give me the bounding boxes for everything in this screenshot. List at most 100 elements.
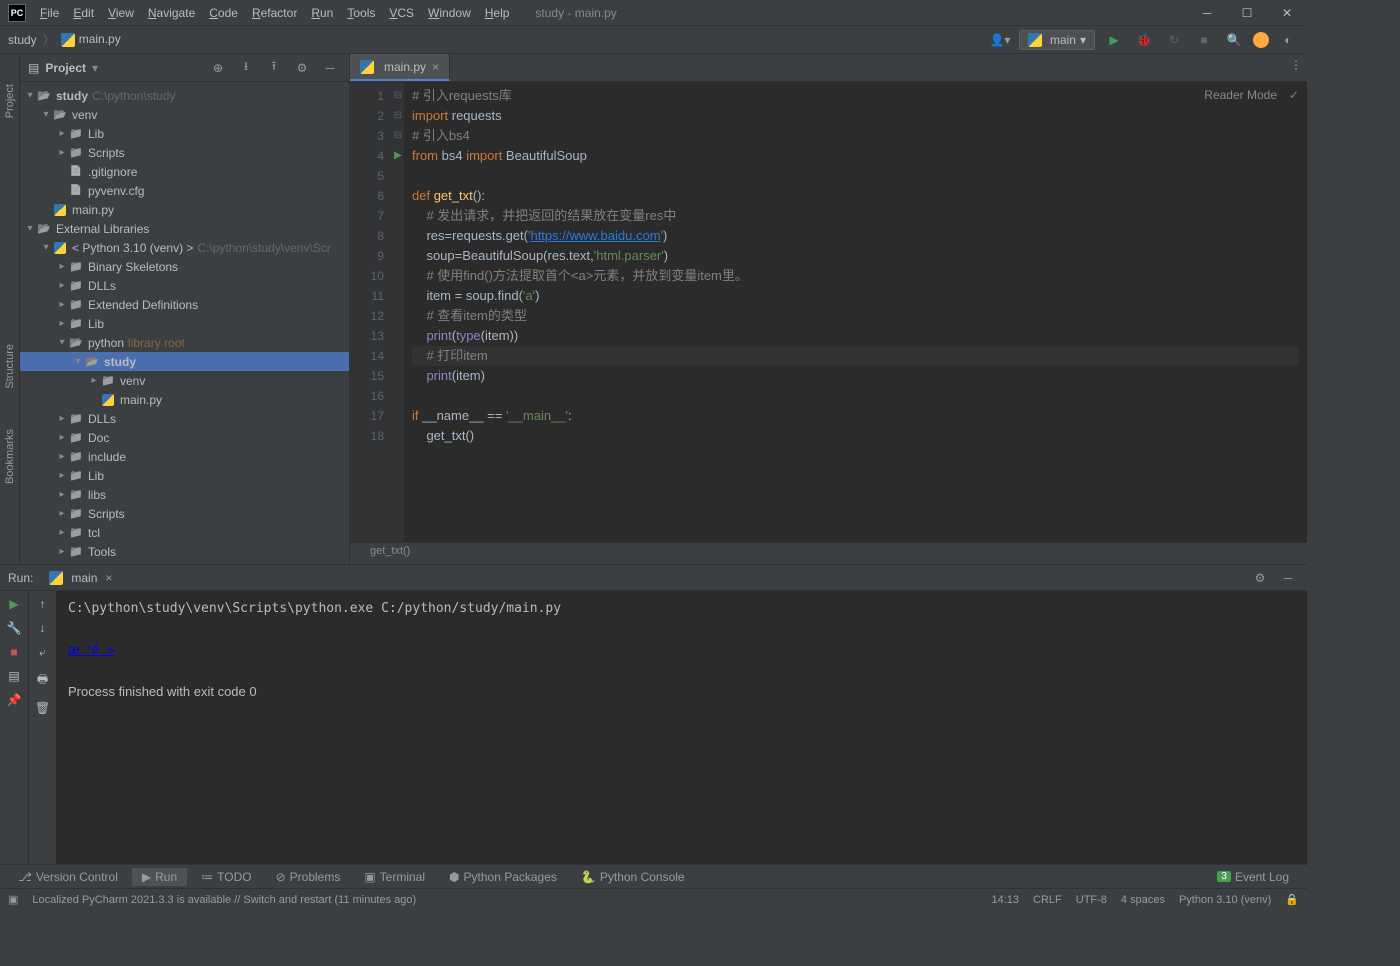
ide-update-icon[interactable]: ◐ — [1277, 29, 1299, 51]
tree-item[interactable]: pyvenv.cfg — [20, 181, 349, 200]
run-tab-main[interactable]: main × — [41, 569, 120, 587]
tree-item[interactable]: ▸DLLs — [20, 409, 349, 428]
collapse-all-icon[interactable]: ⭱ — [263, 57, 285, 79]
status-interpreter[interactable]: Python 3.10 (venv) — [1179, 894, 1271, 906]
tree-item[interactable]: ▸DLLs — [20, 276, 349, 295]
tree-item[interactable]: ▾External Libraries — [20, 219, 349, 238]
debug-button[interactable]: 🐞 — [1133, 29, 1155, 51]
select-opened-icon[interactable]: ⊕ — [207, 57, 229, 79]
menu-window[interactable]: Window — [422, 3, 477, 23]
hide-panel-icon[interactable]: ─ — [1277, 567, 1299, 589]
menu-refactor[interactable]: Refactor — [246, 3, 303, 23]
coverage-button[interactable]: ↻ — [1163, 29, 1185, 51]
reader-mode-label[interactable]: Reader Mode — [1204, 88, 1277, 102]
tab-python-packages[interactable]: ⬢ Python Packages — [439, 868, 567, 886]
tree-item[interactable]: ▾pythonlibrary root — [20, 333, 349, 352]
tab-version-control[interactable]: ⎇ Version Control — [8, 868, 128, 886]
tree-item[interactable]: ▸Scripts — [20, 143, 349, 162]
tree-item[interactable]: ▸tcl — [20, 523, 349, 542]
menu-run[interactable]: Run — [305, 3, 339, 23]
tab-python-console[interactable]: 🐍 Python Console — [571, 868, 695, 886]
tab-problems[interactable]: ⊘ Problems — [266, 868, 351, 886]
close-button[interactable]: ✕ — [1267, 0, 1307, 26]
tree-item[interactable]: ▸include — [20, 447, 349, 466]
minimize-button[interactable]: ─ — [1187, 0, 1227, 26]
tab-event-log[interactable]: 3 Event Log — [1207, 868, 1299, 886]
menu-vcs[interactable]: VCS — [383, 3, 420, 23]
tab-run[interactable]: ▶ Run — [132, 868, 187, 886]
search-icon[interactable]: 🔍 — [1223, 29, 1245, 51]
tree-item[interactable]: ▸venv — [20, 371, 349, 390]
menu-navigate[interactable]: Navigate — [142, 3, 201, 23]
status-icon[interactable]: ▣ — [8, 893, 18, 906]
menu-file[interactable]: File — [34, 3, 65, 23]
tree-item[interactable]: ▸Lib — [20, 124, 349, 143]
tab-todo[interactable]: ≔ TODO — [191, 868, 261, 886]
maximize-button[interactable]: ☐ — [1227, 0, 1267, 26]
status-encoding[interactable]: UTF-8 — [1076, 894, 1107, 906]
inspection-check-icon[interactable]: ✓ — [1289, 88, 1299, 102]
wrench-icon[interactable]: 🔧 — [7, 621, 22, 635]
status-message[interactable]: Localized PyCharm 2021.3.3 is available … — [32, 894, 416, 906]
breadcrumb-file[interactable]: main.py — [61, 32, 121, 47]
run-config-selector[interactable]: main ▾ — [1019, 30, 1095, 50]
status-bar: ▣ Localized PyCharm 2021.3.3 is availabl… — [0, 888, 1307, 910]
breadcrumb-project[interactable]: study — [8, 33, 37, 47]
wrap-icon[interactable]: ⤶ — [39, 645, 46, 660]
rerun-icon[interactable]: ▶ — [9, 597, 18, 611]
chevron-down-icon[interactable]: ▾ — [92, 61, 98, 75]
tab-terminal[interactable]: ▣ Terminal — [354, 868, 435, 886]
tree-item[interactable]: ▾studyC:\python\study — [20, 86, 349, 105]
menu-edit[interactable]: Edit — [67, 3, 100, 23]
tree-item[interactable]: ▸Extended Definitions — [20, 295, 349, 314]
tree-item[interactable]: ▸Lib — [20, 466, 349, 485]
menu-view[interactable]: View — [102, 3, 140, 23]
hide-panel-icon[interactable]: ─ — [319, 57, 341, 79]
code-area[interactable]: # 引入requests库import requests# 引入bs4from … — [404, 82, 1307, 542]
editor-more-icon[interactable]: ⋮ — [1285, 54, 1307, 76]
console-output[interactable]: C:\python\study\venv\Scripts\python.exe … — [56, 591, 1307, 864]
down-arrow-icon[interactable]: ↓ — [40, 621, 46, 635]
tree-item[interactable]: ▾< Python 3.10 (venv) >C:\python\study\v… — [20, 238, 349, 257]
trash-icon[interactable]: 🗑 — [35, 701, 50, 715]
tree-item[interactable]: ▾study — [20, 352, 349, 371]
tree-item[interactable]: ▸Binary Skeletons — [20, 257, 349, 276]
project-tool-button[interactable]: Project — [4, 84, 16, 118]
status-line-sep[interactable]: CRLF — [1033, 894, 1062, 906]
structure-tool-button[interactable]: Structure — [4, 344, 16, 389]
up-arrow-icon[interactable]: ↑ — [40, 597, 46, 611]
tree-item[interactable]: ▸libs — [20, 485, 349, 504]
layout-icon[interactable]: ▤ — [8, 669, 19, 683]
project-tree[interactable]: ▾studyC:\python\study▾venv▸Lib▸Scripts.g… — [20, 82, 349, 564]
bookmarks-tool-button[interactable]: Bookmarks — [4, 429, 16, 484]
editor-breadcrumb[interactable]: get_txt() — [350, 542, 1307, 564]
gear-icon[interactable]: ⚙ — [291, 57, 313, 79]
menu-code[interactable]: Code — [203, 3, 244, 23]
tree-item[interactable]: ▾venv — [20, 105, 349, 124]
tree-item[interactable]: .gitignore — [20, 162, 349, 181]
print-icon[interactable]: 🖶 — [37, 670, 48, 691]
tree-item[interactable]: main.py — [20, 390, 349, 409]
menu-help[interactable]: Help — [479, 3, 516, 23]
fold-gutter[interactable]: ⊟⊟⊟▶ — [392, 82, 404, 542]
stop-button[interactable]: ■ — [1193, 29, 1215, 51]
tree-item[interactable]: ▸Scripts — [20, 504, 349, 523]
close-icon[interactable]: × — [432, 60, 439, 74]
lock-icon[interactable]: 🔒 — [1285, 893, 1299, 906]
stop-icon[interactable]: ■ — [10, 645, 17, 659]
add-user-icon[interactable]: 👤▾ — [989, 29, 1011, 51]
gear-icon[interactable]: ⚙ — [1249, 567, 1271, 589]
avatar[interactable] — [1253, 32, 1269, 48]
tree-item[interactable]: ▸Tools — [20, 542, 349, 561]
tree-item[interactable]: ▸Lib — [20, 314, 349, 333]
tab-main-py[interactable]: main.py × — [350, 54, 450, 81]
status-indent[interactable]: 4 spaces — [1121, 894, 1165, 906]
menu-tools[interactable]: Tools — [341, 3, 381, 23]
expand-all-icon[interactable]: ⭳ — [235, 57, 257, 79]
run-button[interactable]: ▶ — [1103, 29, 1125, 51]
tree-item[interactable]: main.py — [20, 200, 349, 219]
tree-item[interactable]: ▸Doc — [20, 428, 349, 447]
editor[interactable]: Reader Mode ✓ 12345678910111213141516171… — [350, 82, 1307, 542]
pin-icon[interactable]: 📌 — [7, 693, 22, 707]
line-number-gutter: 123456789101112131415161718 — [350, 82, 392, 542]
